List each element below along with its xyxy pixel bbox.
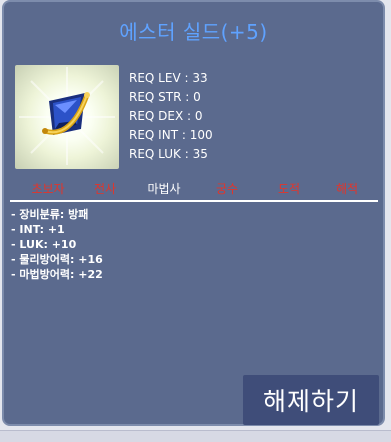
item-stats: - 장비분류: 방패 - INT: +1 - LUK: +10 - 물리방어력:… [11,207,103,282]
job-beginner: 초보자 [31,182,65,196]
stat-int: - INT: +1 [11,223,65,236]
req-dex: REQ DEX : 0 [129,109,203,123]
job-pirate: 해적 [335,182,359,196]
unlock-button[interactable]: 해제하기 [243,375,379,425]
divider [10,200,378,202]
stat-magic-defense: - 마법방어력: +22 [11,268,103,281]
stat-category: - 장비분류: 방패 [11,208,89,221]
job-bowman: 궁수 [215,182,239,196]
job-requirements: 초보자 전사 마법사 궁수 도적 해적 [4,180,383,196]
window-bottom-strip [0,430,391,442]
job-thief: 도적 [277,182,301,196]
item-icon-frame [15,65,119,169]
req-luk: REQ LUK : 35 [129,147,208,161]
stat-luk: - LUK: +10 [11,238,77,251]
blue-shield-icon [19,67,115,165]
stat-physical-defense: - 물리방어력: +16 [11,253,103,266]
req-level: REQ LEV : 33 [129,71,208,85]
item-name: 에스터 실드(+5) [119,20,268,44]
job-magician: 마법사 [147,182,181,196]
item-tooltip: 에스터 실드(+5) REQ LEV: 33 REQ STR: 0 REQ … [2,0,385,426]
job-warrior: 전사 [93,182,117,196]
requirements-list: REQ LEV : 33 REQ STR : 0 REQ DEX : 0 REQ… [129,69,213,164]
req-int: REQ INT : 100 [129,128,213,142]
req-str: REQ STR : 0 [129,90,201,104]
